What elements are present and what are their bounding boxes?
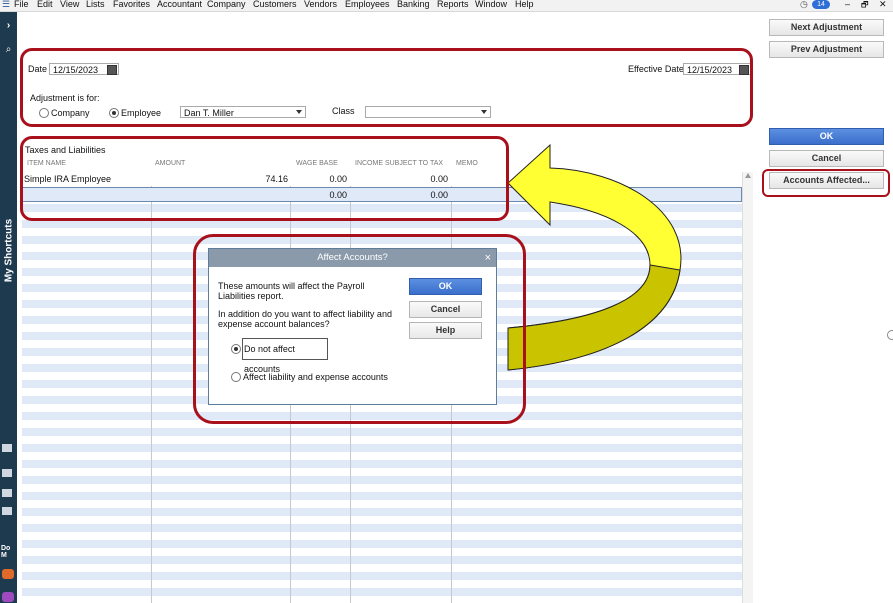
grid-stripe xyxy=(22,460,742,468)
menu-lists[interactable]: Lists xyxy=(86,0,105,9)
prev-adjustment-button[interactable]: Prev Adjustment xyxy=(769,41,884,58)
grid-stripe xyxy=(22,476,742,484)
menu-edit[interactable]: Edit xyxy=(37,0,53,9)
app-icon-purple[interactable] xyxy=(2,592,14,602)
minimize-button[interactable]: – xyxy=(845,0,850,9)
my-shortcuts-label: My Shortcuts xyxy=(3,218,15,283)
menu-customers[interactable]: Customers xyxy=(253,0,297,9)
expand-icon[interactable]: › xyxy=(0,20,17,31)
menu-company[interactable]: Company xyxy=(207,0,246,9)
menu-window[interactable]: Window xyxy=(475,0,507,9)
menu-employees[interactable]: Employees xyxy=(345,0,390,9)
menu-banking[interactable]: Banking xyxy=(397,0,430,9)
menu-file[interactable]: File xyxy=(14,0,29,9)
ok-button[interactable]: OK xyxy=(769,128,884,145)
grid-stripe xyxy=(22,572,742,580)
search-icon[interactable]: ⌕ xyxy=(0,44,17,55)
menu-vendors[interactable]: Vendors xyxy=(304,0,337,9)
grid-stripe xyxy=(22,428,742,436)
grid-stripe xyxy=(22,588,742,596)
resize-handle[interactable] xyxy=(887,330,893,340)
grid-stripe xyxy=(22,540,742,548)
highlight-header-box xyxy=(20,48,753,127)
menu-accountant[interactable]: Accountant xyxy=(157,0,202,9)
cancel-button[interactable]: Cancel xyxy=(769,150,884,167)
app-icon-orange[interactable] xyxy=(2,569,14,579)
grid-stripe xyxy=(22,524,742,532)
left-icon-bar: › ⌕ Do M xyxy=(0,12,17,603)
highlight-table-box xyxy=(20,136,509,221)
menu-view[interactable]: View xyxy=(60,0,79,9)
restore-button[interactable]: 🗗 xyxy=(861,0,869,13)
app-menu-icon[interactable]: ☰ xyxy=(2,0,10,10)
grid-stripe xyxy=(22,556,742,564)
clock-icon[interactable]: ◷ xyxy=(800,0,808,10)
yellow-arrow xyxy=(507,143,682,371)
grid-stripe xyxy=(22,444,742,452)
close-button[interactable]: ✕ xyxy=(879,0,887,10)
do-more-label: Do M xyxy=(1,545,11,559)
notification-badge[interactable]: 14 xyxy=(812,0,830,9)
grid-stripe xyxy=(22,492,742,500)
table-scrollbar[interactable] xyxy=(742,172,753,603)
menu-bar: ☰ File Edit View Lists Favorites Account… xyxy=(0,0,893,12)
shortcut-icon-4[interactable] xyxy=(2,507,12,515)
menu-help[interactable]: Help xyxy=(515,0,534,9)
scroll-up-icon[interactable] xyxy=(745,173,751,178)
highlight-dialog-box xyxy=(193,234,526,424)
shortcut-icon-1[interactable] xyxy=(2,444,12,452)
menu-reports[interactable]: Reports xyxy=(437,0,469,9)
shortcut-icon-2[interactable] xyxy=(2,469,12,477)
shortcut-icon-3[interactable] xyxy=(2,489,12,497)
menu-favorites[interactable]: Favorites xyxy=(113,0,150,9)
grid-stripe xyxy=(22,508,742,516)
next-adjustment-button[interactable]: Next Adjustment xyxy=(769,19,884,36)
highlight-accounts-affected-box xyxy=(762,169,890,197)
